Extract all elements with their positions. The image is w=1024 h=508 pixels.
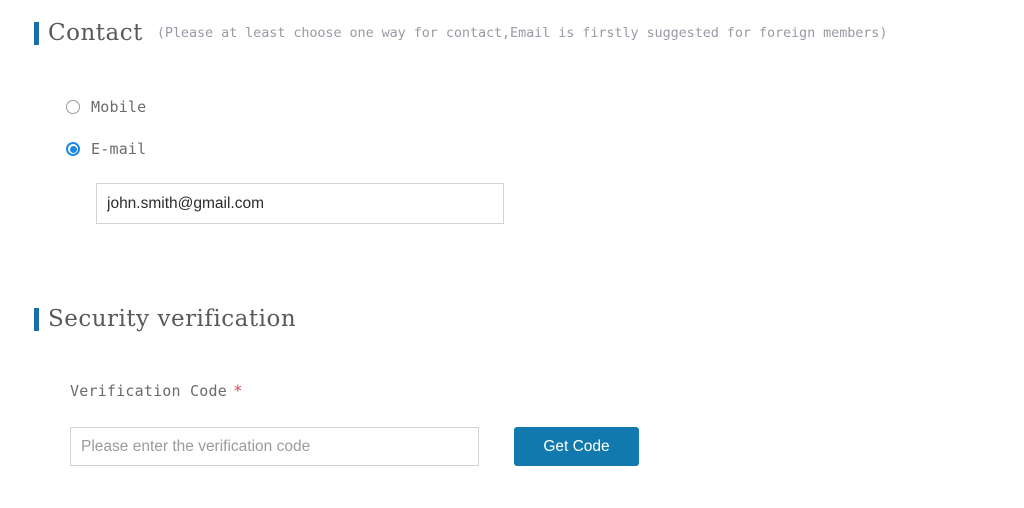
- radio-label-email: E-mail: [91, 140, 147, 158]
- contact-title: Contact: [48, 20, 143, 46]
- section-accent-bar-icon: [34, 21, 39, 45]
- radio-option-mobile[interactable]: Mobile: [66, 98, 146, 116]
- radio-unselected-icon[interactable]: [66, 100, 80, 114]
- radio-label-mobile: Mobile: [91, 98, 147, 116]
- radio-option-email[interactable]: E-mail: [66, 140, 146, 158]
- verification-code-label: Verification Code *: [70, 381, 243, 400]
- security-section-heading: Security verification: [34, 306, 296, 332]
- security-title: Security verification: [48, 306, 297, 332]
- get-code-button[interactable]: Get Code: [514, 427, 639, 466]
- radio-selected-icon[interactable]: [66, 142, 80, 156]
- verification-code-input[interactable]: [70, 427, 479, 466]
- email-input[interactable]: [96, 183, 504, 224]
- verification-code-label-text: Verification Code: [70, 382, 227, 400]
- required-asterisk: *: [232, 381, 243, 400]
- contact-section-heading: Contact (Please at least choose one way …: [34, 20, 887, 46]
- contact-hint-text: (Please at least choose one way for cont…: [156, 25, 888, 41]
- section-accent-bar-icon: [34, 307, 39, 331]
